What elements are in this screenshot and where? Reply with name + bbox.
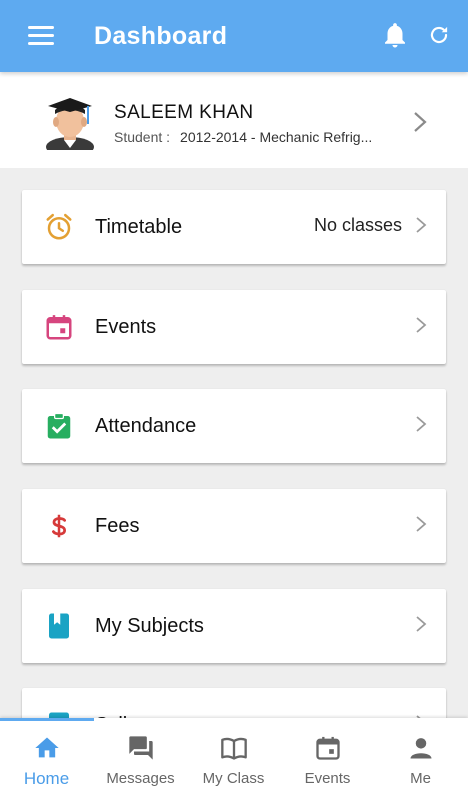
chevron-right-icon [416,317,427,333]
chevron-right-icon [416,217,427,233]
home-icon [35,737,59,758]
messages-icon [129,736,153,760]
menu-item-my-subjects[interactable]: My Subjects [22,589,446,663]
dollar-icon [52,514,67,538]
course-details: 2012-2014 - Mechanic Refrig... [180,129,373,145]
menu-item-attendance[interactable]: Attendance [22,389,446,463]
nav-messages[interactable]: Messages [94,718,187,800]
bottom-navigation: Home Messages My Class Events Me [0,718,468,800]
menu-item-timetable[interactable]: Timetable No classes [22,190,446,264]
role-label: Student : [114,129,171,145]
open-book-icon [221,737,247,760]
chevron-right-icon [416,616,427,632]
alarm-clock-icon [46,213,72,240]
profile-card[interactable]: SALEEM KHAN Student : 2012-2014 - Mechani… [0,72,468,168]
clipboard-check-icon [47,412,71,439]
nav-my-class[interactable]: My Class [187,718,280,800]
nav-home[interactable]: Home [0,718,93,800]
refresh-icon[interactable] [426,22,452,48]
bell-icon[interactable] [380,20,410,50]
nav-events[interactable]: Events [281,718,374,800]
student-role: Student : 2012-2014 - Mechanic Refrig... [114,129,400,145]
hamburger-menu-icon[interactable] [22,22,58,50]
calendar-icon [46,315,72,340]
menu-label: Fees [95,515,140,537]
nav-label: Home [23,769,70,788]
menu-item-events[interactable]: Events [22,290,446,364]
avatar [46,98,94,150]
nav-label: Messages [106,770,175,787]
chevron-right-icon [414,112,427,132]
nav-label: Events [304,770,351,787]
menu-label: Timetable [95,216,183,238]
chevron-right-icon [416,416,427,432]
nav-me[interactable]: Me [374,718,467,800]
app-bar: Dashboard [0,0,468,72]
person-icon [410,738,432,759]
menu-label: Attendance [95,415,197,437]
nav-label: Me [410,770,431,787]
page-title: Dashboard [94,22,228,50]
calendar-icon [316,736,340,760]
menu-label: My Subjects [95,615,204,637]
chevron-right-icon [416,516,427,532]
nav-label: My Class [202,770,265,787]
student-name: SALEEM KHAN [114,102,254,123]
timetable-status: No classes [313,215,402,235]
menu-label: Events [95,316,157,338]
book-icon [49,613,69,639]
menu-item-fees[interactable]: Fees [22,489,446,563]
